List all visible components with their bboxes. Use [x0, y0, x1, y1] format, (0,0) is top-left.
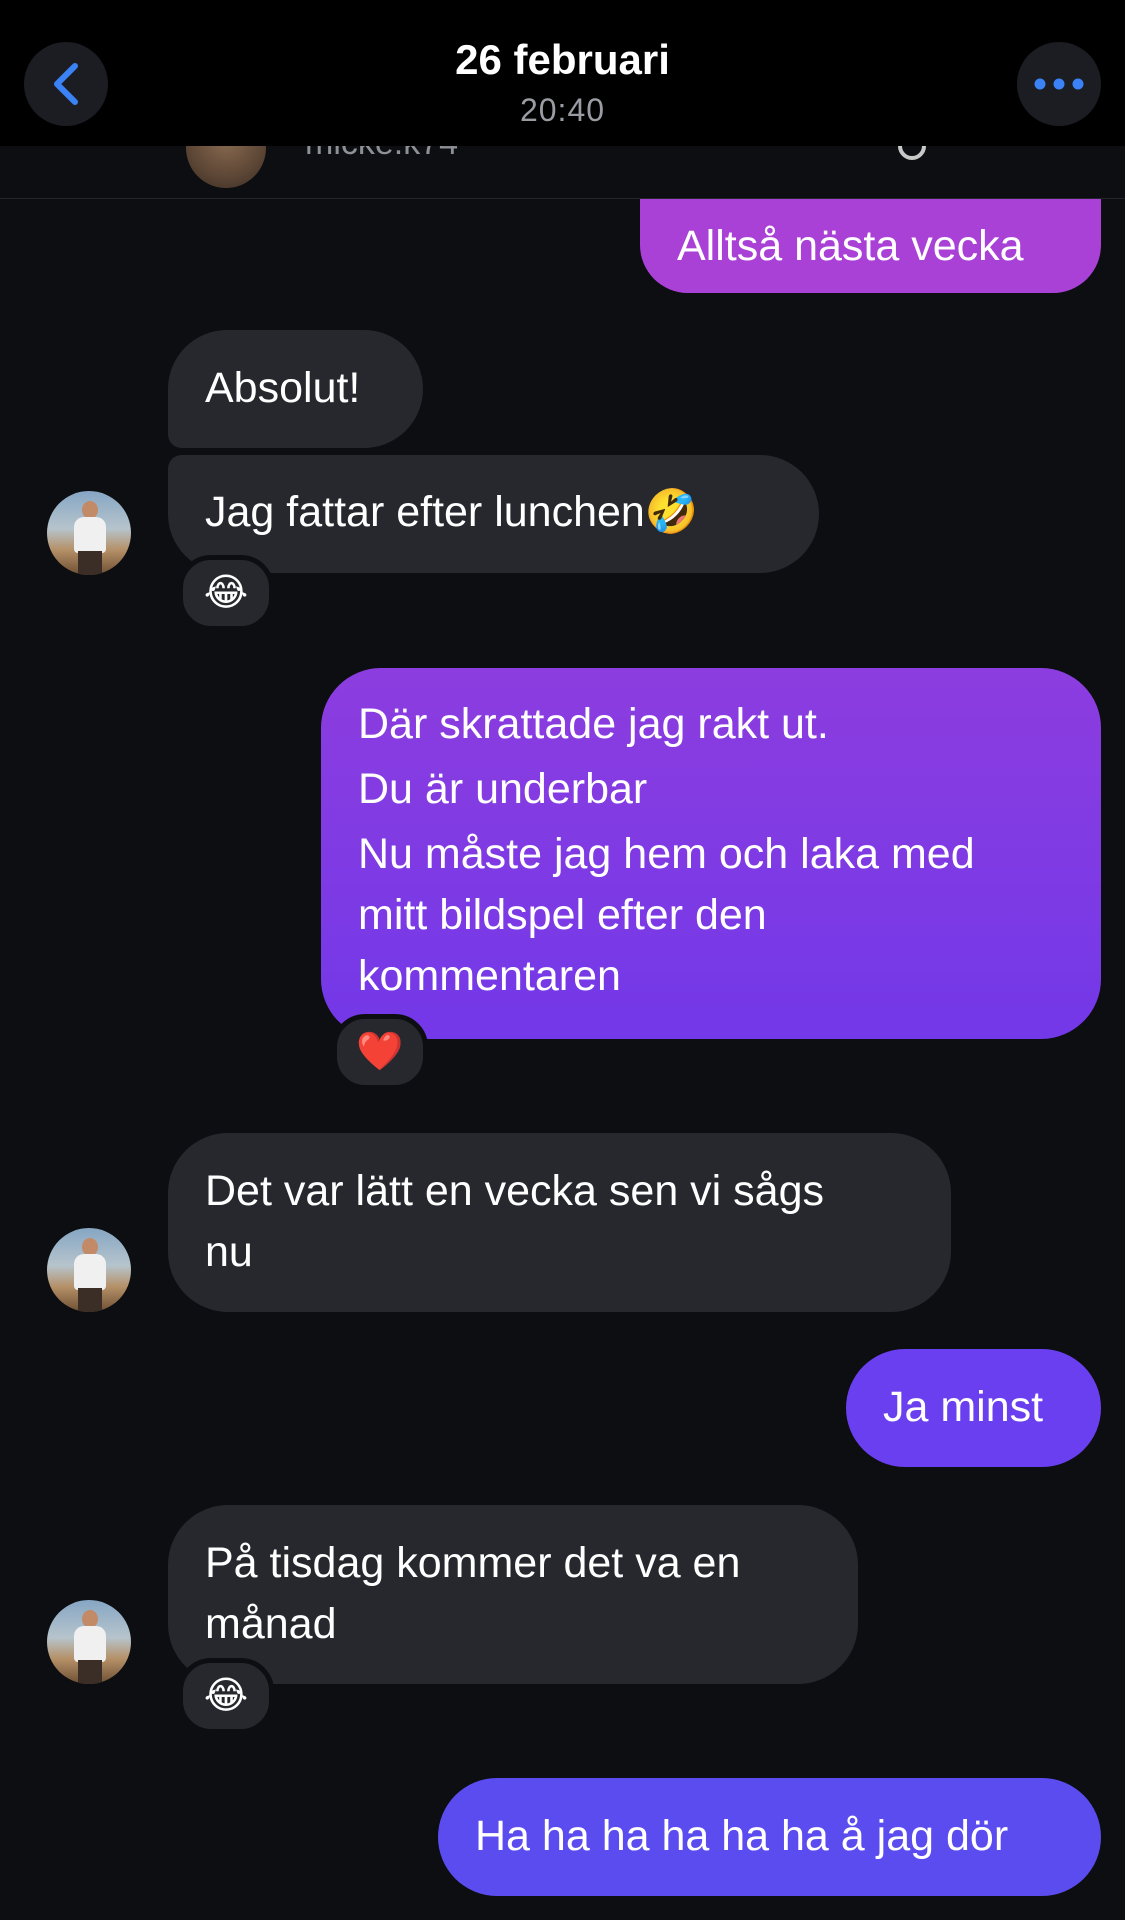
message-text-line: nu [205, 1228, 253, 1276]
heart-emoji-icon: ❤️ [356, 1031, 404, 1073]
outgoing-message[interactable]: Ja minst [846, 1349, 1101, 1467]
contact-avatar[interactable] [47, 491, 131, 575]
header-time: 20:40 [519, 92, 606, 128]
message-text-line: Där skrattade jag rakt ut. [358, 700, 829, 748]
more-horizontal-icon [1034, 78, 1084, 90]
message-text-line: månad [205, 1600, 337, 1648]
reaction-badge[interactable]: ❤️ [332, 1014, 428, 1090]
laughing-emoji-icon: 😂 [203, 572, 249, 614]
laughing-emoji-icon: 😂 [203, 1675, 249, 1717]
message-text: Ja minst [883, 1383, 1044, 1431]
incoming-message[interactable]: Det var lätt en vecka sen vi sågs nu [168, 1133, 951, 1312]
profile-row[interactable]: micke.k74 [0, 146, 1125, 199]
more-options-button[interactable] [1017, 42, 1101, 126]
message-text-line: Nu måste jag hem och laka med [358, 830, 975, 878]
contact-avatar[interactable] [47, 1228, 131, 1312]
header-date: 26 februari [455, 36, 670, 83]
message-text: Absolut! [205, 364, 361, 412]
message-text-line: mitt bildspel efter den [358, 891, 767, 939]
message-text-line: På tisdag kommer det va en [205, 1539, 741, 1587]
message-text: Ha ha ha ha ha ha å jag dör [475, 1812, 1009, 1860]
reaction-badge[interactable]: 😂 [178, 555, 274, 631]
outgoing-message[interactable]: Alltså nästa vecka [640, 199, 1101, 293]
incoming-message[interactable]: Jag fattar efter lunchen🤣 [168, 455, 819, 573]
reaction-badge[interactable]: 😂 [178, 1658, 274, 1734]
profile-avatar [186, 146, 266, 188]
message-text-line: kommentaren [358, 952, 621, 1000]
profile-username: micke.k74 [305, 146, 458, 163]
profile-status-icon [898, 146, 926, 160]
incoming-message[interactable]: Absolut! [168, 330, 423, 448]
outgoing-message[interactable]: Där skrattade jag rakt ut. Du är underba… [321, 668, 1101, 1039]
incoming-message[interactable]: På tisdag kommer det va en månad [168, 1505, 858, 1684]
message-text-line: Du är underbar [358, 765, 648, 813]
contact-avatar[interactable] [47, 1600, 131, 1684]
conversation-header: 26 februari 20:40 [0, 0, 1125, 146]
outgoing-message[interactable]: Ha ha ha ha ha ha å jag dör [438, 1778, 1101, 1896]
message-text: Jag fattar efter lunchen🤣 [205, 488, 699, 536]
message-text-line: Det var lätt en vecka sen vi sågs [205, 1167, 825, 1215]
message-text: Alltså nästa vecka [677, 222, 1024, 270]
